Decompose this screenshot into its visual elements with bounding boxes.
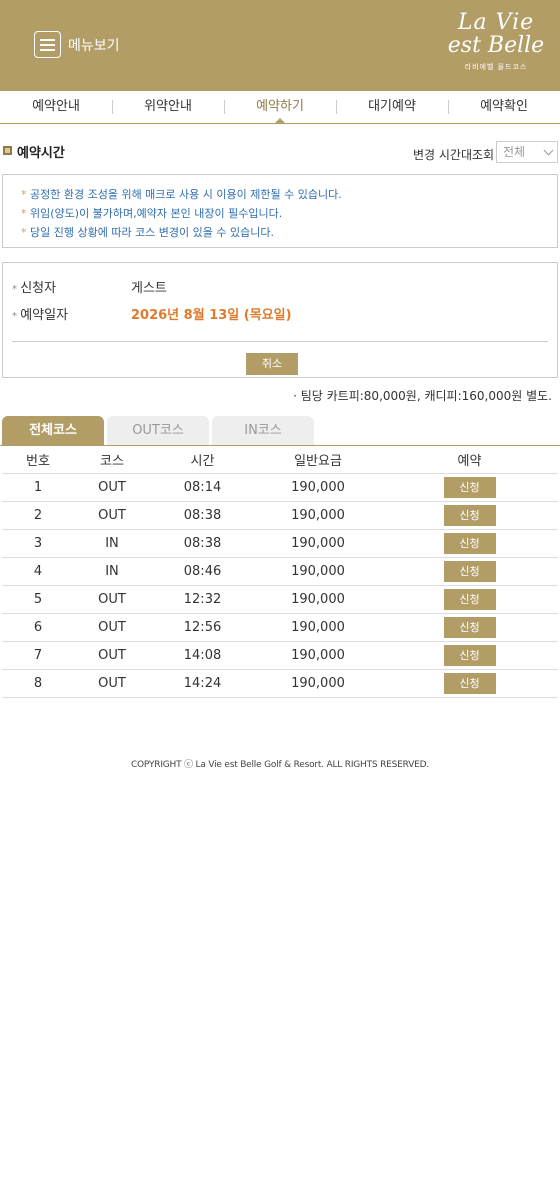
apply-button[interactable]: 신청 bbox=[443, 504, 496, 526]
cell-reserve: 신청 bbox=[381, 585, 558, 614]
cell-number: 5 bbox=[2, 585, 74, 614]
cell-course: OUT bbox=[74, 585, 150, 614]
reservation-date: 2026년 8월 13일 (목요일) bbox=[131, 308, 292, 323]
section-header: 예약시간 변경 시간대조회 전체 bbox=[0, 124, 560, 174]
tab-penalty-guide[interactable]: 위약안내 bbox=[112, 91, 224, 123]
cell-reserve: 신청 bbox=[381, 613, 558, 642]
col-time: 시간 bbox=[150, 446, 255, 474]
hamburger-menu-icon[interactable] bbox=[34, 31, 61, 58]
applicant-label: 신청자 bbox=[12, 277, 56, 296]
cell-course: OUT bbox=[74, 473, 150, 502]
notice-item: 공정한 환경 조성을 위해 매크로 사용 시 이용이 제한될 수 있습니다. bbox=[21, 185, 557, 204]
cell-time: 12:56 bbox=[150, 613, 255, 642]
tab-reservation-guide[interactable]: 예약안내 bbox=[0, 91, 112, 123]
cell-course: IN bbox=[74, 557, 150, 586]
cell-fee: 190,000 bbox=[255, 557, 381, 586]
cell-reserve: 신청 bbox=[381, 473, 558, 502]
fee-note: · 팀당 카트피:80,000원, 캐디피:160,000원 별도. bbox=[293, 389, 552, 403]
tab-in-course[interactable]: IN코스 bbox=[212, 416, 314, 445]
cell-reserve: 신청 bbox=[381, 501, 558, 530]
cell-reserve: 신청 bbox=[381, 641, 558, 670]
cell-reserve: 신청 bbox=[381, 669, 558, 698]
menu-label[interactable]: 메뉴보기 bbox=[68, 35, 120, 55]
col-reserve: 예약 bbox=[381, 446, 558, 474]
tab-out-course[interactable]: OUT코스 bbox=[107, 416, 209, 445]
tab-make-reservation[interactable]: 예약하기 bbox=[224, 91, 336, 124]
course-tabs: 전체코스 OUT코스 IN코스 bbox=[0, 416, 560, 446]
cell-course: OUT bbox=[74, 669, 150, 698]
cell-fee: 190,000 bbox=[255, 501, 381, 530]
cell-number: 7 bbox=[2, 641, 74, 670]
notice-item: 위임(양도)이 불가하며,예약자 본인 내장이 필수입니다. bbox=[21, 204, 557, 223]
main-nav: 예약안내 위약안내 예약하기 대기예약 예약확인 bbox=[0, 91, 560, 124]
cell-course: OUT bbox=[74, 613, 150, 642]
tab-all-courses[interactable]: 전체코스 bbox=[2, 416, 104, 445]
site-header: 메뉴보기 La Vie est Belle 라비에벨 올드코스 bbox=[0, 0, 560, 91]
cell-time: 08:38 bbox=[150, 501, 255, 530]
copyright: COPYRIGHT ⓒ La Vie est Belle Golf & Reso… bbox=[130, 760, 430, 770]
cell-number: 4 bbox=[2, 557, 74, 586]
table-row: 1 OUT 08:14 190,000 신청 bbox=[2, 473, 558, 502]
tee-time-table: 번호 코스 시간 일반요금 예약 1 OUT 08:14 190,000 신청 2 OUT 0… bbox=[2, 446, 558, 698]
cell-fee: 190,000 bbox=[255, 669, 381, 698]
cell-course: OUT bbox=[74, 641, 150, 670]
cell-fee: 190,000 bbox=[255, 585, 381, 614]
apply-button[interactable]: 신청 bbox=[443, 560, 496, 582]
table-row: 8 OUT 14:24 190,000 신청 bbox=[2, 669, 558, 698]
chevron-down-icon bbox=[543, 145, 554, 156]
table-row: 3 IN 08:38 190,000 신청 bbox=[2, 529, 558, 558]
application-box: 신청자 게스트 예약일자 2026년 8월 13일 (목요일) 취소 bbox=[2, 262, 558, 378]
cell-number: 1 bbox=[2, 473, 74, 502]
table-row: 7 OUT 14:08 190,000 신청 bbox=[2, 641, 558, 670]
apply-button[interactable]: 신청 bbox=[443, 588, 496, 610]
table-row: 5 OUT 12:32 190,000 신청 bbox=[2, 585, 558, 614]
cell-time: 08:46 bbox=[150, 557, 255, 586]
notice-item: 당일 진행 상황에 따라 코스 변경이 있을 수 있습니다. bbox=[21, 223, 557, 242]
tab-waiting-reservation[interactable]: 대기예약 bbox=[336, 91, 448, 123]
table-row: 6 OUT 12:56 190,000 신청 bbox=[2, 613, 558, 642]
apply-button[interactable]: 신청 bbox=[443, 532, 496, 554]
cell-time: 12:32 bbox=[150, 585, 255, 614]
date-label: 예약일자 bbox=[12, 304, 68, 323]
col-number: 번호 bbox=[2, 446, 74, 474]
table-row: 4 IN 08:46 190,000 신청 bbox=[2, 557, 558, 586]
cell-reserve: 신청 bbox=[381, 557, 558, 586]
col-fee: 일반요금 bbox=[255, 446, 381, 474]
cell-time: 14:24 bbox=[150, 669, 255, 698]
cell-number: 8 bbox=[2, 669, 74, 698]
table-row: 2 OUT 08:38 190,000 신청 bbox=[2, 501, 558, 530]
square-bullet-icon bbox=[3, 146, 12, 155]
time-filter-select[interactable]: 전체 bbox=[496, 141, 558, 163]
logo[interactable]: La Vie est Belle 라비에벨 올드코스 bbox=[446, 12, 546, 80]
cancel-button[interactable]: 취소 bbox=[246, 353, 298, 375]
cell-fee: 190,000 bbox=[255, 529, 381, 558]
cell-course: IN bbox=[74, 529, 150, 558]
notice-box: 공정한 환경 조성을 위해 매크로 사용 시 이용이 제한될 수 있습니다. 위… bbox=[2, 174, 558, 248]
apply-button[interactable]: 신청 bbox=[443, 616, 496, 638]
cell-fee: 190,000 bbox=[255, 613, 381, 642]
cell-course: OUT bbox=[74, 501, 150, 530]
cell-number: 2 bbox=[2, 501, 74, 530]
cell-time: 14:08 bbox=[150, 641, 255, 670]
apply-button[interactable]: 신청 bbox=[443, 644, 496, 666]
apply-button[interactable]: 신청 bbox=[443, 476, 496, 498]
tab-reservation-check[interactable]: 예약확인 bbox=[448, 91, 560, 123]
cell-number: 3 bbox=[2, 529, 74, 558]
page-title: 예약시간 bbox=[17, 146, 65, 161]
cell-reserve: 신청 bbox=[381, 529, 558, 558]
cell-number: 6 bbox=[2, 613, 74, 642]
col-course: 코스 bbox=[74, 446, 150, 474]
divider bbox=[12, 341, 548, 342]
apply-button[interactable]: 신청 bbox=[443, 672, 496, 694]
cell-time: 08:38 bbox=[150, 529, 255, 558]
time-filter-label: 변경 시간대조회 bbox=[413, 148, 495, 162]
cell-fee: 190,000 bbox=[255, 641, 381, 670]
cell-time: 08:14 bbox=[150, 473, 255, 502]
cell-fee: 190,000 bbox=[255, 473, 381, 502]
applicant-value: 게스트 bbox=[131, 281, 167, 296]
